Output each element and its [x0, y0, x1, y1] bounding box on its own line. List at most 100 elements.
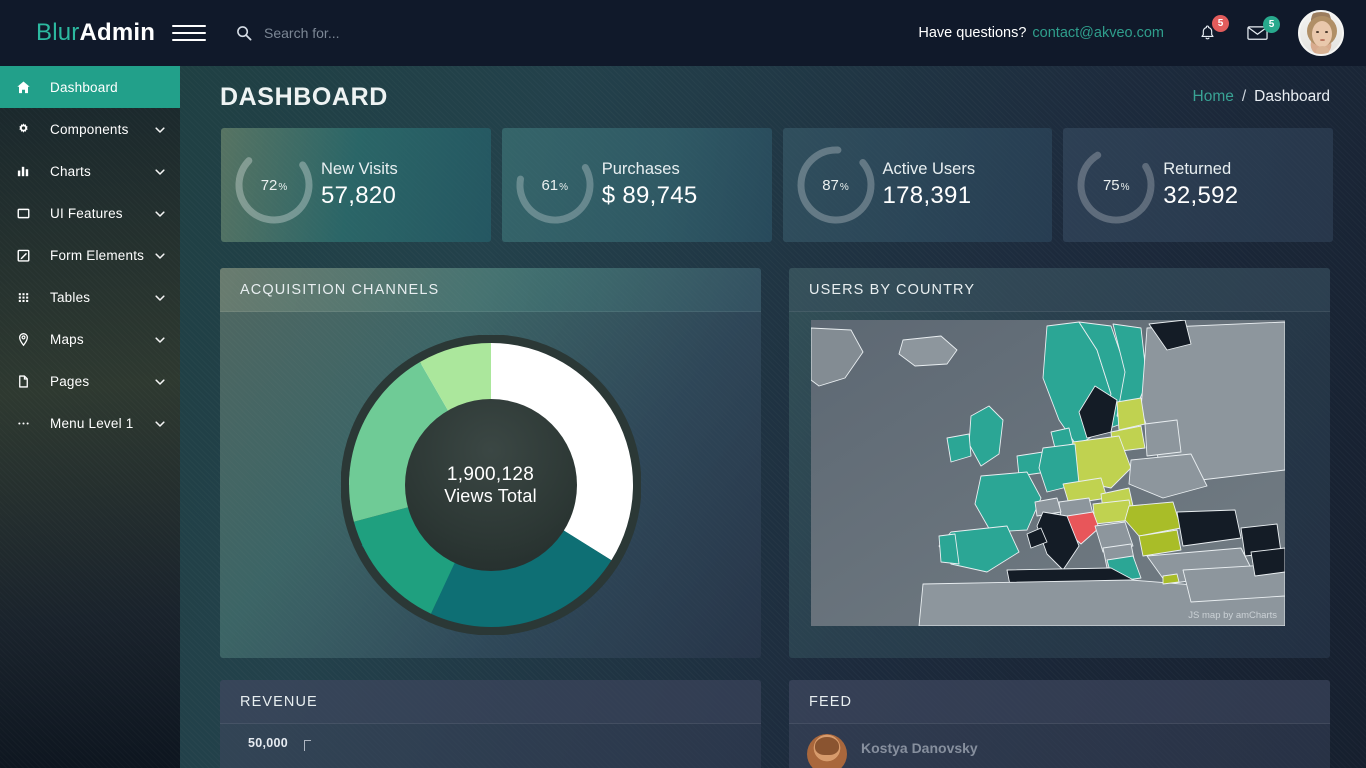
donut-total-value: 1,900,128	[446, 463, 535, 485]
search-icon[interactable]	[236, 25, 252, 41]
donut-chart[interactable]: 1,900,128 Views Total	[340, 335, 641, 635]
breadcrumb-separator: /	[1241, 88, 1247, 105]
notifications-button[interactable]: 5	[1198, 14, 1229, 43]
middle-panels-row: ACQUISITION CHANNELS 1,900,128 Views Tot…	[180, 242, 1366, 658]
sidebar-item-menu-level-1[interactable]: Menu Level 1	[0, 402, 180, 444]
acquisition-channels-panel: ACQUISITION CHANNELS 1,900,128 Views Tot…	[220, 268, 761, 658]
avatar-neck	[1316, 46, 1329, 54]
stat-card-value: 32,592	[1163, 181, 1239, 209]
stat-card-text: Active Users 178,391	[883, 159, 976, 211]
panel-title: FEED	[789, 680, 1330, 724]
progress-ring: 87%	[793, 142, 879, 228]
bar-chart-icon	[16, 164, 38, 179]
edit-square-icon	[16, 248, 38, 263]
donut-total-label: Views Total	[444, 485, 537, 506]
have-questions-label: Have questions?	[918, 25, 1027, 41]
stat-card-new-visits[interactable]: 72% New Visits 57,820	[221, 128, 491, 242]
avatar-eye	[1316, 31, 1319, 33]
stat-card-label: Returned	[1163, 160, 1232, 179]
search-input[interactable]	[264, 25, 494, 41]
feed-panel: FEED Kostya Danovsky	[789, 680, 1330, 768]
donut-center-label: 1,900,128 Views Total	[404, 399, 577, 571]
stat-card-value: $ 89,745	[601, 181, 698, 209]
chevron-down-icon	[154, 291, 166, 303]
progress-ring: 72%	[231, 142, 317, 228]
revenue-chart-body[interactable]: 50,000	[220, 724, 761, 768]
stat-card-label: Active Users	[882, 160, 976, 179]
avatar-mouth	[1320, 39, 1325, 41]
progress-percent: 72%	[260, 176, 288, 194]
messages-button[interactable]: 5	[1247, 16, 1280, 41]
sidebar-item-tables[interactable]: Tables	[0, 276, 180, 318]
sidebar-label: Components	[50, 121, 129, 137]
sidebar-item-maps[interactable]: Maps	[0, 318, 180, 360]
donut-chart-wrap: 1,900,128 Views Total	[220, 312, 761, 658]
chevron-down-icon	[154, 123, 166, 135]
chevron-down-icon	[154, 333, 166, 345]
notifications-badge: 5	[1212, 14, 1229, 32]
hamburger-bar	[172, 39, 206, 41]
chevron-down-icon	[154, 417, 166, 429]
hamburger-bar	[172, 25, 206, 27]
main-content: DASHBOARD Home / Dashboard 72% New Visit…	[180, 66, 1366, 768]
avatar-face	[1312, 21, 1332, 47]
sidebar-label: Tables	[50, 289, 91, 305]
users-by-country-panel: USERS BY COUNTRY JS map by amCharts	[789, 268, 1330, 658]
gear-icon	[16, 122, 38, 137]
sidebar-item-charts[interactable]: Charts	[0, 150, 180, 192]
progress-ring: 75%	[1073, 142, 1159, 228]
stat-card-purchases[interactable]: 61% Purchases $ 89,745	[501, 128, 772, 242]
axis-tick-mark	[304, 740, 311, 751]
breadcrumb-current: Dashboard	[1254, 88, 1330, 105]
progress-ring: 61%	[512, 142, 598, 228]
stat-card-label: New Visits	[321, 160, 398, 179]
breadcrumb-home[interactable]: Home	[1193, 88, 1234, 106]
contact-email-link[interactable]: contact@akveo.com	[1032, 25, 1164, 41]
hamburger-icon[interactable]	[172, 20, 206, 46]
square-icon	[16, 206, 38, 221]
document-icon	[16, 374, 38, 389]
sidebar-label: Dashboard	[50, 79, 118, 95]
sidebar: Dashboard Components Charts UI Features …	[0, 66, 180, 768]
revenue-y-tick: 50,000	[248, 736, 289, 750]
search-area	[236, 25, 494, 41]
home-icon	[16, 80, 38, 95]
chevron-down-icon	[154, 165, 166, 177]
list-item[interactable]: Kostya Danovsky	[807, 734, 978, 768]
stat-card-label: Purchases	[601, 160, 680, 179]
sidebar-item-form-elements[interactable]: Form Elements	[0, 234, 180, 276]
sidebar-label: Form Elements	[50, 247, 145, 263]
stat-card-returned[interactable]: 75% Returned 32,592	[1063, 128, 1333, 242]
avatar[interactable]	[1298, 10, 1344, 56]
stat-card-value: 178,391	[882, 181, 972, 209]
chevron-down-icon	[154, 375, 166, 387]
messages-badge: 5	[1263, 16, 1280, 33]
panel-title: ACQUISITION CHANNELS	[220, 268, 761, 312]
sidebar-label: UI Features	[50, 205, 123, 221]
chevron-down-icon	[154, 249, 166, 261]
page-title: DASHBOARD	[220, 82, 388, 111]
chevron-down-icon	[154, 207, 166, 219]
sidebar-item-dashboard[interactable]: Dashboard	[0, 66, 180, 108]
sidebar-item-ui-features[interactable]: UI Features	[0, 192, 180, 234]
sidebar-item-components[interactable]: Components	[0, 108, 180, 150]
sidebar-label: Maps	[50, 331, 84, 347]
app-logo[interactable]: Blur Admin	[0, 19, 180, 47]
progress-percent: 87%	[822, 176, 849, 194]
logo-blur-text: Blur	[36, 19, 80, 46]
stat-card-text: Returned 32,592	[1163, 159, 1238, 211]
sidebar-item-pages[interactable]: Pages	[0, 360, 180, 402]
map-svg: JS map by amCharts	[811, 320, 1285, 626]
ellipsis-icon	[16, 416, 38, 431]
panel-body: 1,900,128 Views Total	[220, 312, 761, 658]
top-bar: BlurAdmin Have questions? contact@akveo.…	[0, 0, 1366, 66]
panel-title: USERS BY COUNTRY	[789, 268, 1330, 312]
panel-body: JS map by amCharts	[789, 312, 1330, 658]
sidebar-label: Charts	[50, 163, 91, 179]
stat-card-active-users[interactable]: 87% Active Users 178,391	[782, 128, 1053, 242]
grid-dots-icon	[16, 290, 38, 305]
map-credit-text: JS map by amCharts	[1188, 610, 1277, 621]
bottom-panels-row: REVENUE 50,000 FEED Kostya Danovsky	[180, 658, 1366, 768]
stat-card-text: New Visits 57,820	[321, 159, 398, 211]
europe-map[interactable]: JS map by amCharts	[811, 320, 1285, 626]
